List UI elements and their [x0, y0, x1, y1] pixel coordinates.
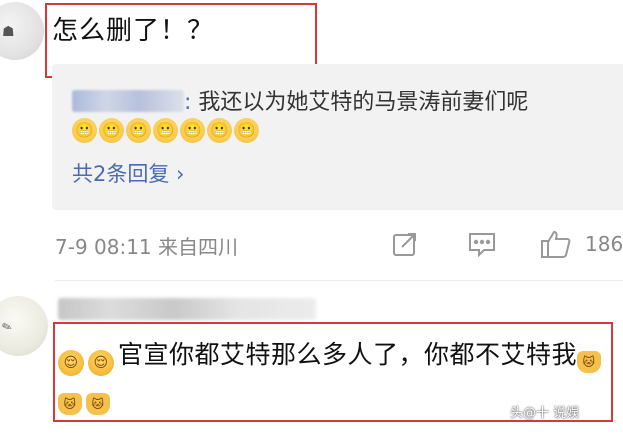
commenter-avatar[interactable]: ☗ [0, 2, 44, 60]
grimace-emoji: 😬 [99, 118, 124, 143]
like-count: 186 [585, 232, 623, 256]
comment-icon[interactable] [468, 226, 498, 262]
reply-line: : 我还以为她艾特的马景涛前妻们呢 [72, 84, 528, 116]
grimace-emoji: 😬 [72, 118, 97, 143]
reply-panel: : 我还以为她艾特的马景涛前妻们呢 😬 😬 😬 😬 😬 😬 😬 共2条回复 › [52, 64, 623, 210]
blurred-username[interactable] [58, 298, 316, 320]
grimace-emoji: 😬 [207, 118, 232, 143]
avatar-glyph: ✎ [0, 318, 15, 336]
comment-timestamp: 7-9 08:11 来自四川 [55, 235, 239, 259]
emoji-row: 😬 😬 😬 😬 😬 😬 😬 [72, 118, 259, 143]
commenter-avatar[interactable]: ✎ [0, 296, 48, 356]
reply-colon: : [184, 90, 199, 115]
share-icon[interactable] [392, 226, 420, 262]
reply-text: 我还以为她艾特的马景涛前妻们呢 [198, 90, 529, 115]
grimace-emoji: 😬 [153, 118, 178, 143]
grimace-emoji: 😬 [234, 118, 259, 143]
watermark: 头@十 说娱 [510, 406, 580, 421]
divider [55, 280, 623, 281]
blurred-username[interactable] [72, 90, 184, 112]
like-icon[interactable] [540, 226, 576, 262]
grimace-emoji: 😬 [126, 118, 151, 143]
grimace-emoji: 😬 [180, 118, 205, 143]
view-replies-link[interactable]: 共2条回复 › [72, 158, 184, 188]
avatar-glyph: ☗ [2, 24, 15, 40]
